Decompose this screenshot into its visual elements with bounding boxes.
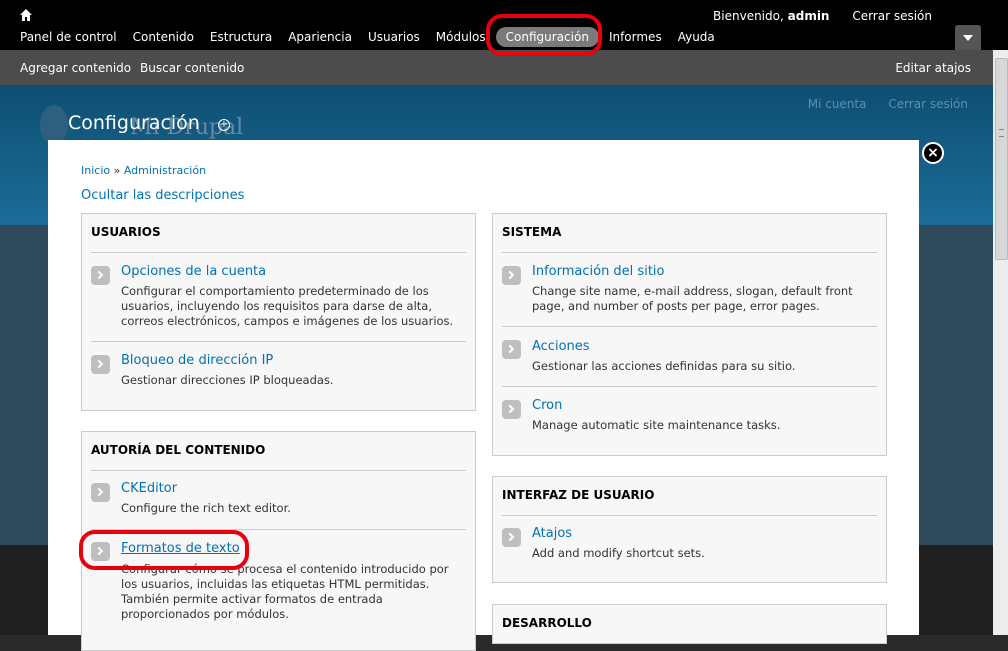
- item-description: Configurar el comportamiento predetermin…: [121, 284, 454, 328]
- link-atajos[interactable]: Atajos: [532, 526, 572, 541]
- item-description: Configure the rich text editor.: [121, 501, 291, 515]
- divider: [502, 252, 877, 253]
- breadcrumb: Inicio » Administración: [81, 164, 206, 177]
- panel-title: USUARIOS: [91, 225, 161, 239]
- link-opciones-cuenta[interactable]: Opciones de la cuenta: [121, 264, 266, 279]
- shortcuts-drawer-toggle[interactable]: [955, 25, 981, 50]
- divider: [502, 386, 877, 387]
- menu-item-users[interactable]: Usuarios: [360, 28, 428, 46]
- divider: [502, 515, 877, 516]
- item-description: Add and modify shortcut sets.: [532, 546, 705, 560]
- scrollbar[interactable]: [993, 50, 1008, 635]
- toggle-descriptions-link[interactable]: Ocultar las descripciones: [81, 188, 244, 203]
- link-cron[interactable]: Cron: [532, 398, 562, 413]
- link-informacion-sitio[interactable]: Información del sitio: [532, 264, 664, 279]
- item-description: Change site name, e-mail address, slogan…: [532, 284, 853, 313]
- edit-shortcuts-link[interactable]: Editar atajos: [895, 61, 971, 75]
- panel-interfaz: INTERFAZ DE USUARIO Atajos Add and modif…: [492, 476, 887, 583]
- menu-item-reports[interactable]: Informes: [601, 28, 670, 46]
- annotation-highlight-configuracion: [486, 14, 602, 56]
- item-description: Configurar cómo se procesa el contenido …: [121, 562, 449, 621]
- background-logout-link[interactable]: Cerrar sesión: [888, 97, 968, 111]
- breadcrumb-separator: »: [113, 164, 121, 177]
- panel-title: AUTORÍA DEL CONTENIDO: [91, 443, 266, 457]
- scrollbar-thumb[interactable]: [995, 58, 1008, 260]
- close-overlay-icon[interactable]: ×: [922, 142, 944, 164]
- item-description: Manage automatic site maintenance tasks.: [532, 418, 781, 432]
- chevron-right-icon: [502, 266, 521, 285]
- menu-item-dashboard[interactable]: Panel de control: [12, 28, 125, 46]
- username[interactable]: admin: [788, 9, 830, 23]
- logout-link[interactable]: Cerrar sesión: [852, 9, 932, 23]
- home-icon[interactable]: [19, 8, 33, 22]
- menu-item-modules[interactable]: Módulos: [428, 28, 494, 46]
- item-description: Gestionar direcciones IP bloqueadas.: [121, 373, 334, 387]
- menu-item-content[interactable]: Contenido: [125, 28, 202, 46]
- panel-title: INTERFAZ DE USUARIO: [502, 488, 655, 502]
- chevron-right-icon: [91, 355, 110, 374]
- panel-title: DESARROLLO: [502, 616, 592, 630]
- chevron-right-icon: [502, 400, 521, 419]
- link-bloqueo-ip[interactable]: Bloqueo de dirección IP: [121, 353, 273, 368]
- chevron-right-icon: [91, 266, 110, 285]
- user-area: Bienvenido, admin Cerrar sesión: [713, 9, 932, 23]
- link-acciones[interactable]: Acciones: [532, 339, 590, 354]
- panel-sistema: SISTEMA Información del sitio Change sit…: [492, 213, 887, 456]
- panel-title: SISTEMA: [502, 225, 562, 239]
- chevron-right-icon: [502, 340, 521, 359]
- drupal-logo-icon: [40, 105, 68, 145]
- panel-usuarios: USUARIOS Opciones de la cuenta Configura…: [81, 213, 476, 411]
- page-title: Configuración: [68, 112, 200, 134]
- add-shortcut-icon[interactable]: +: [218, 119, 230, 131]
- chevron-right-icon: [502, 528, 521, 547]
- breadcrumb-home[interactable]: Inicio: [81, 164, 110, 177]
- annotation-highlight-formatos-texto: [79, 530, 249, 570]
- divider: [91, 341, 466, 342]
- chevron-right-icon: [91, 483, 110, 502]
- welcome-text: Bienvenido,: [713, 9, 784, 23]
- shortcut-add-content[interactable]: Agregar contenido: [20, 61, 131, 75]
- divider: [91, 252, 466, 253]
- background-my-account-link[interactable]: Mi cuenta: [808, 97, 867, 111]
- divider: [502, 326, 877, 327]
- admin-menu: Panel de control Contenido Estructura Ap…: [12, 27, 723, 47]
- item-description: Gestionar las acciones definidas para su…: [532, 359, 796, 373]
- menu-item-appearance[interactable]: Apariencia: [280, 28, 360, 46]
- divider: [91, 470, 466, 471]
- link-ckeditor[interactable]: CKEditor: [121, 481, 177, 496]
- background-user-links: Mi cuenta Cerrar sesión: [790, 97, 968, 111]
- panel-desarrollo: DESARROLLO: [492, 604, 887, 644]
- breadcrumb-admin[interactable]: Administración: [124, 164, 206, 177]
- menu-item-help[interactable]: Ayuda: [670, 28, 723, 46]
- menu-item-structure[interactable]: Estructura: [202, 28, 280, 46]
- shortcut-find-content[interactable]: Buscar contenido: [140, 61, 244, 75]
